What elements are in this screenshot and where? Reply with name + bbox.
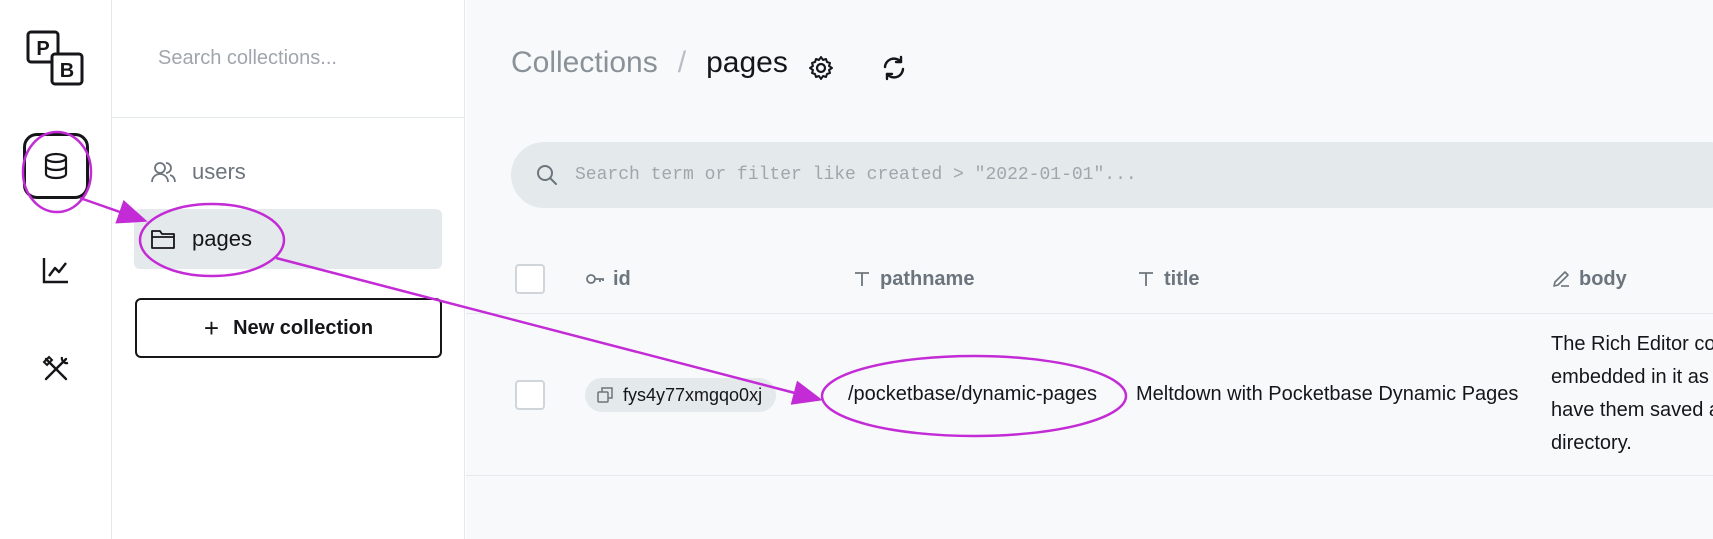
folder-icon [151, 230, 175, 249]
column-header-id[interactable]: id [585, 244, 631, 314]
sidebar-item-label: users [192, 159, 246, 184]
column-label: body [1579, 267, 1627, 290]
collection-settings-button[interactable] [801, 48, 841, 88]
column-header-pathname[interactable]: pathname [852, 244, 974, 314]
tools-icon [42, 355, 69, 381]
pocketbase-logo[interactable]: P B [26, 30, 86, 88]
column-label: title [1164, 267, 1200, 290]
database-icon [44, 152, 68, 180]
column-label: id [613, 267, 631, 290]
cell-body-line: embedded in it as [1551, 366, 1709, 388]
breadcrumb-separator: / [677, 46, 687, 79]
collections-search-input[interactable] [158, 47, 438, 70]
text-icon [1139, 272, 1153, 286]
table-header: id pathname title body [466, 244, 1713, 314]
new-collection-button[interactable]: + New collection [135, 298, 442, 358]
breadcrumb-current: pages [706, 46, 788, 79]
rail-settings-button[interactable] [23, 336, 89, 402]
gear-icon [809, 56, 833, 80]
column-header-body[interactable]: body [1551, 244, 1627, 314]
svg-text:P: P [36, 38, 49, 60]
pencil-icon [1553, 271, 1569, 287]
refresh-button[interactable] [874, 48, 914, 88]
records-search-input[interactable] [575, 165, 1675, 185]
records-search-bar [511, 142, 1713, 208]
cell-body-line: directory. [1551, 432, 1632, 454]
collections-sidebar: users pages + New collection [112, 0, 465, 539]
key-icon [586, 274, 604, 284]
record-id: fys4y77xmgqo0xj [623, 384, 763, 405]
column-header-title[interactable]: title [1136, 244, 1200, 314]
rail-logs-button[interactable] [23, 237, 89, 303]
plus-icon: + [203, 312, 220, 343]
select-all-checkbox[interactable] [515, 264, 545, 294]
row-checkbox[interactable] [515, 380, 545, 410]
text-icon [855, 272, 869, 286]
new-collection-label: New collection [233, 316, 374, 339]
chart-line-icon [42, 258, 68, 284]
users-icon [151, 162, 176, 183]
svg-text:B: B [60, 60, 74, 82]
refresh-icon [883, 55, 905, 81]
cell-pathname: /pocketbase/dynamic-pages [848, 383, 1098, 405]
sidebar-item-users[interactable]: users [134, 142, 442, 202]
cell-body-line: The Rich Editor co [1551, 333, 1713, 355]
search-icon [537, 165, 557, 185]
app-rail: P B [0, 0, 112, 539]
breadcrumb: Collections / pages [511, 46, 788, 80]
collections-search [112, 0, 464, 118]
copy-icon [597, 387, 613, 403]
cell-title: Meltdown with Pocketbase Dynamic Pages [1136, 383, 1519, 405]
cell-body: The Rich Editor co embedded in it as hav… [1551, 328, 1713, 460]
column-label: pathname [880, 267, 975, 290]
sidebar-item-pages[interactable]: pages [134, 209, 442, 269]
sidebar-item-label: pages [192, 226, 252, 251]
main-panel: Collections / pages i [466, 0, 1713, 539]
table-row[interactable]: fys4y77xmgqo0xj /pocketbase/dynamic-page… [466, 314, 1713, 476]
cell-body-line: have them saved a [1551, 399, 1713, 421]
rail-collections-button[interactable] [23, 133, 89, 199]
record-id-badge[interactable]: fys4y77xmgqo0xj [585, 378, 777, 412]
breadcrumb-root[interactable]: Collections [511, 46, 658, 80]
